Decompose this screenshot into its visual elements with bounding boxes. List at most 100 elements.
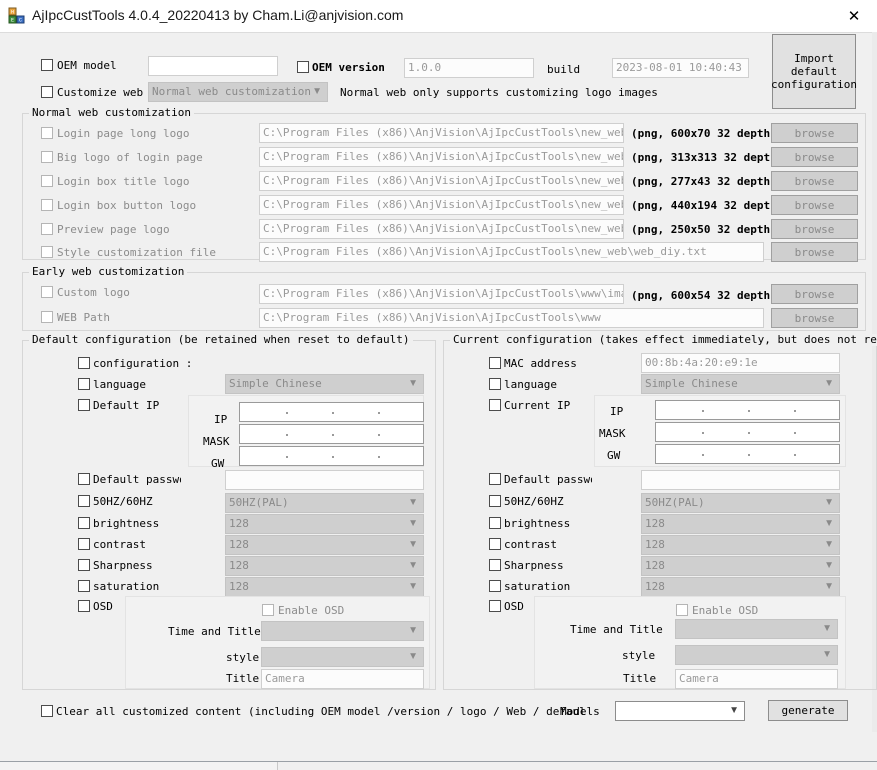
default-sharpness-label: Sharpness	[93, 559, 153, 572]
current-ip-input[interactable]	[655, 400, 840, 420]
style-customization-file-path[interactable]: C:\Program Files (x86)\AnjVision\AjIpcCu…	[259, 242, 764, 262]
current-hz-checkbox[interactable]	[489, 495, 501, 507]
style-customization-file-label: Style customization file	[57, 246, 216, 259]
current-contrast-select[interactable]: 128 ▼	[641, 535, 840, 555]
current-brightness-checkbox[interactable]	[489, 517, 501, 529]
current-saturation-checkbox[interactable]	[489, 580, 501, 592]
web-path-value[interactable]: C:\Program Files (x86)\AnjVision\AjIpcCu…	[259, 308, 764, 328]
browse-button-4[interactable]: browse	[771, 219, 858, 239]
login-box-button-logo-checkbox[interactable]	[41, 199, 53, 211]
preview-page-logo-path[interactable]: C:\Program Files (x86)\AnjVision\AjIpcCu…	[259, 219, 624, 239]
default-sharpness-select[interactable]: 128 ▼	[225, 556, 424, 576]
browse-button-2[interactable]: browse	[771, 171, 858, 191]
login-page-long-logo-path[interactable]: C:\Program Files (x86)\AnjVision\AjIpcCu…	[259, 123, 624, 143]
default-title-input[interactable]: Camera	[261, 669, 424, 689]
login-page-long-logo-label: Login page long logo	[57, 127, 190, 140]
default-time-and-title-select[interactable]: ▼	[261, 621, 424, 641]
current-contrast-checkbox[interactable]	[489, 538, 501, 550]
current-hz-select[interactable]: 50HZ(PAL) ▼	[641, 493, 840, 513]
close-icon[interactable]: ✕	[831, 0, 877, 31]
current-enable-osd-checkbox[interactable]	[676, 604, 688, 616]
default-contrast-select[interactable]: 128 ▼	[225, 535, 424, 555]
default-ip-input[interactable]	[239, 402, 424, 422]
preview-page-logo-info: (png, 250x50 32 depth)	[631, 223, 777, 236]
browse-button-3[interactable]: browse	[771, 195, 858, 215]
current-style-select[interactable]: ▼	[675, 645, 838, 665]
default-gw-input[interactable]	[239, 446, 424, 466]
current-language-value: Simple Chinese	[645, 377, 738, 390]
default-saturation-select[interactable]: 128 ▼	[225, 577, 424, 597]
preview-page-logo-checkbox[interactable]	[41, 223, 53, 235]
current-title-input[interactable]: Camera	[675, 669, 838, 689]
oem-version-checkbox[interactable]	[297, 61, 309, 73]
current-language-select[interactable]: Simple Chinese ▼	[641, 374, 840, 394]
default-ip-checkbox[interactable]	[78, 399, 90, 411]
current-contrast-value: 128	[645, 538, 665, 551]
clear-all-checkbox[interactable]	[41, 705, 53, 717]
default-hz-checkbox[interactable]	[78, 495, 90, 507]
default-language-checkbox[interactable]	[78, 378, 90, 390]
current-sharpness-select[interactable]: 128 ▼	[641, 556, 840, 576]
current-language-checkbox[interactable]	[489, 378, 501, 390]
login-box-button-logo-path[interactable]: C:\Program Files (x86)\AnjVision\AjIpcCu…	[259, 195, 624, 215]
custom-logo-path[interactable]: C:\Program Files (x86)\AnjVision\AjIpcCu…	[259, 284, 624, 304]
default-style-select[interactable]: ▼	[261, 647, 424, 667]
default-mask-input[interactable]	[239, 424, 424, 444]
default-enable-osd-checkbox[interactable]	[262, 604, 274, 616]
customize-web-select[interactable]: Normal web customization ▼	[148, 82, 328, 102]
current-hz-value: 50HZ(PAL)	[645, 496, 705, 509]
default-brightness-select[interactable]: 128 ▼	[225, 514, 424, 534]
import-default-configuration-button[interactable]: Import default configuration	[771, 34, 857, 109]
default-contrast-checkbox[interactable]	[78, 538, 90, 550]
default-password-input[interactable]	[225, 470, 424, 490]
browse-button-early-1[interactable]: browse	[771, 308, 858, 328]
chevron-down-icon: ▼	[824, 581, 834, 592]
current-sharpness-checkbox[interactable]	[489, 559, 501, 571]
style-customization-file-checkbox[interactable]	[41, 246, 53, 258]
web-path-checkbox[interactable]	[41, 311, 53, 323]
current-osd-label: OSD	[504, 600, 524, 613]
default-ip-label: Default IP	[93, 399, 160, 412]
normal-web-customization-title: Normal web customization	[29, 107, 194, 119]
mac-address-checkbox[interactable]	[489, 357, 501, 369]
application-window: H E C AjIpcCustTools 4.0.4_20220413 by C…	[0, 0, 877, 770]
current-style-label: style	[622, 649, 656, 662]
login-box-title-logo-path[interactable]: C:\Program Files (x86)\AnjVision\AjIpcCu…	[259, 171, 624, 191]
browse-button-1[interactable]: browse	[771, 147, 858, 167]
custom-logo-checkbox[interactable]	[41, 286, 53, 298]
current-saturation-select[interactable]: 128 ▼	[641, 577, 840, 597]
oem-model-checkbox[interactable]	[41, 59, 53, 71]
login-box-title-logo-checkbox[interactable]	[41, 175, 53, 187]
login-page-long-logo-checkbox[interactable]	[41, 127, 53, 139]
oem-version-label: OEM version	[312, 61, 385, 74]
default-language-select[interactable]: Simple Chinese ▼	[225, 374, 424, 394]
default-password-checkbox[interactable]	[78, 473, 90, 485]
default-mask-field-label: MASK	[203, 435, 230, 448]
big-logo-of-login-page-path[interactable]: C:\Program Files (x86)\AnjVision\AjIpcCu…	[259, 147, 624, 167]
current-contrast-label: contrast	[504, 538, 557, 551]
default-configuration-checkbox[interactable]	[78, 357, 90, 369]
current-password-checkbox[interactable]	[489, 473, 501, 485]
default-osd-checkbox[interactable]	[78, 600, 90, 612]
default-hz-select[interactable]: 50HZ(PAL) ▼	[225, 493, 424, 513]
current-time-and-title-select[interactable]: ▼	[675, 619, 838, 639]
oem-version-input[interactable]: 1.0.0	[404, 58, 534, 78]
browse-button-5[interactable]: browse	[771, 242, 858, 262]
current-osd-checkbox[interactable]	[489, 600, 501, 612]
browse-button-0[interactable]: browse	[771, 123, 858, 143]
default-brightness-checkbox[interactable]	[78, 517, 90, 529]
default-saturation-checkbox[interactable]	[78, 580, 90, 592]
browse-button-early-0[interactable]: browse	[771, 284, 858, 304]
default-sharpness-checkbox[interactable]	[78, 559, 90, 571]
oem-model-input[interactable]	[148, 56, 278, 76]
current-ip-checkbox[interactable]	[489, 399, 501, 411]
current-password-input[interactable]	[641, 470, 840, 490]
customize-web-checkbox[interactable]	[41, 86, 53, 98]
generate-button[interactable]: generate	[768, 700, 848, 721]
models-select[interactable]: ▼	[615, 701, 745, 721]
current-brightness-select[interactable]: 128 ▼	[641, 514, 840, 534]
chevron-down-icon: ▼	[408, 497, 418, 508]
big-logo-of-login-page-checkbox[interactable]	[41, 151, 53, 163]
current-gw-input[interactable]	[655, 444, 840, 464]
current-mask-input[interactable]	[655, 422, 840, 442]
